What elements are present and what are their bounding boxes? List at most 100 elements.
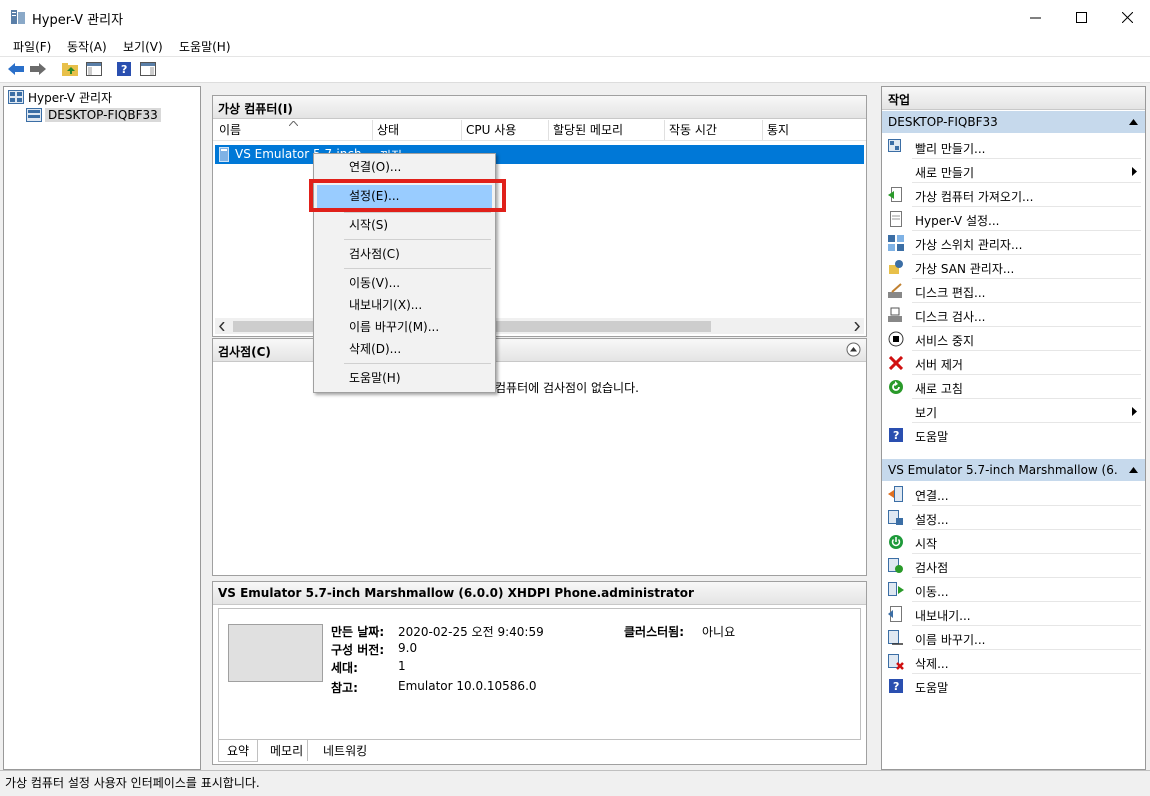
forward-button[interactable] (29, 60, 47, 78)
action-edit-disk[interactable]: 디스크 편집... (882, 279, 1145, 303)
action-vm-checkpoint[interactable]: 검사점 (882, 554, 1145, 578)
inspect-disk-icon (888, 307, 902, 322)
action-quick-create[interactable]: 빨리 만들기... (882, 135, 1145, 159)
action-vm-help[interactable]: ? 도움말 (882, 674, 1145, 698)
help-button[interactable]: ? (115, 60, 133, 78)
action-help-host[interactable]: ? 도움말 (882, 423, 1145, 447)
show-hide-tree-button[interactable] (85, 60, 103, 78)
stop-service-icon (888, 331, 904, 347)
action-vm-export[interactable]: 내보내기... (882, 602, 1145, 626)
menu-action[interactable]: 동작(A) (67, 38, 107, 55)
menu-start[interactable]: 시작(S) (349, 215, 388, 235)
hyperv-manager-icon (8, 90, 24, 104)
forward-arrow-icon (30, 63, 46, 75)
status-bar: 가상 컴퓨터 설정 사용자 인터페이스를 표시합니다. (0, 770, 1150, 796)
red-highlight-box (309, 179, 506, 212)
submenu-arrow-icon (1132, 167, 1137, 176)
col-status[interactable]: 통지 (763, 120, 863, 140)
action-vm-connect[interactable]: 연결... (882, 482, 1145, 506)
collapse-triangle-icon[interactable] (1129, 119, 1138, 125)
sort-ascending-icon (289, 121, 298, 126)
menu-move[interactable]: 이동(V)... (349, 273, 400, 293)
menu-separator (344, 239, 491, 240)
vm-list-header: 가상 컴퓨터(I) (213, 96, 866, 119)
action-remove-server[interactable]: 서버 제거 (882, 351, 1145, 375)
config-version-value: 9.0 (398, 641, 418, 655)
actions-host-section[interactable]: DESKTOP-FIQBF33 (882, 111, 1145, 133)
up-folder-button[interactable] (61, 60, 79, 78)
checkpoint-panel: 검사점(C) 컴퓨터에 검사점이 없습니다. (212, 338, 867, 576)
action-new[interactable]: 새로 만들기 (882, 159, 1145, 183)
created-value: 2020-02-25 오전 9:40:59 (398, 625, 544, 639)
tab-summary[interactable]: 요약 (218, 740, 259, 762)
action-vm-rename[interactable]: 이름 바꾸기... (882, 626, 1145, 650)
generation-value: 1 (398, 659, 406, 673)
scroll-right-icon[interactable] (854, 322, 860, 331)
export-icon (888, 606, 902, 622)
edit-disk-icon (888, 283, 902, 298)
window-title: Hyper-V 관리자 (32, 13, 124, 28)
show-hide-action-button[interactable] (139, 60, 157, 78)
back-button[interactable] (7, 60, 25, 78)
menu-checkpoint[interactable]: 검사점(C) (349, 244, 400, 264)
toolbar: ? (0, 57, 1150, 83)
move-icon (888, 582, 904, 596)
menu-connect[interactable]: 연결(O)... (349, 157, 401, 177)
action-vm-delete[interactable]: 삭제... (882, 650, 1145, 674)
vm-thumbnail (228, 624, 323, 682)
menu-rename[interactable]: 이름 바꾸기(M)... (349, 317, 439, 337)
menu-file[interactable]: 파일(F) (13, 38, 51, 55)
tab-memory[interactable]: 메모리 (266, 740, 309, 761)
vm-section-label: VS Emulator 5.7-inch Marshmallow (6.0...… (888, 463, 1118, 477)
checkpoint-header: 검사점(C) (213, 339, 866, 362)
col-cpu[interactable]: CPU 사용 (462, 120, 549, 140)
col-memory[interactable]: 할당된 메모리 (549, 120, 665, 140)
action-refresh[interactable]: 새로 고침 (882, 375, 1145, 399)
san-manager-icon (889, 260, 903, 274)
console-tree-icon (86, 62, 102, 76)
col-state[interactable]: 상태 (373, 120, 462, 140)
connect-icon (888, 486, 903, 502)
menu-help-item[interactable]: 도움말(H) (349, 368, 401, 388)
actions-vm-section[interactable]: VS Emulator 5.7-inch Marshmallow (6.0...… (882, 459, 1145, 481)
collapse-triangle-icon[interactable] (1129, 467, 1138, 473)
action-vm-settings[interactable]: 설정... (882, 506, 1145, 530)
menu-delete[interactable]: 삭제(D)... (349, 339, 401, 359)
tree-root-item[interactable]: Hyper-V 관리자 (8, 88, 112, 106)
action-stop-service[interactable]: 서비스 중지 (882, 327, 1145, 351)
col-uptime[interactable]: 작동 시간 (665, 120, 763, 140)
minimize-icon (1029, 17, 1041, 18)
power-start-icon (889, 535, 903, 549)
folder-up-icon (62, 63, 78, 76)
menu-view[interactable]: 보기(V) (123, 38, 163, 55)
tree-root-label: Hyper-V 관리자 (28, 90, 113, 105)
delete-vm-icon (888, 654, 904, 670)
maximize-button[interactable] (1058, 0, 1104, 34)
vm-settings-icon (888, 510, 903, 525)
close-button[interactable] (1104, 0, 1150, 34)
status-text: 가상 컴퓨터 설정 사용자 인터페이스를 표시합니다. (5, 776, 260, 790)
actions-header: 작업 (882, 87, 1145, 110)
details-title: VS Emulator 5.7-inch Marshmallow (6.0.0)… (218, 586, 694, 600)
details-panel: VS Emulator 5.7-inch Marshmallow (6.0.0)… (212, 581, 867, 765)
action-view[interactable]: 보기 (882, 399, 1145, 423)
menu-help[interactable]: 도움말(H) (179, 38, 231, 55)
tree-host-item[interactable]: DESKTOP-FIQBF33 (26, 106, 161, 124)
action-inspect-disk[interactable]: 디스크 검사... (882, 303, 1145, 327)
action-virtual-switch-manager[interactable]: 가상 스위치 관리자... (882, 231, 1145, 255)
collapse-up-icon[interactable] (846, 342, 861, 357)
details-header: VS Emulator 5.7-inch Marshmallow (6.0.0)… (213, 582, 866, 605)
action-import-vm[interactable]: 가상 컴퓨터 가져오기... (882, 183, 1145, 207)
action-vm-start[interactable]: 시작 (882, 530, 1145, 554)
tab-networking[interactable]: 네트워킹 (319, 740, 371, 761)
action-vm-move[interactable]: 이동... (882, 578, 1145, 602)
minimize-button[interactable] (1012, 0, 1058, 34)
action-hyperv-settings[interactable]: Hyper-V 설정... (882, 207, 1145, 231)
menu-export[interactable]: 내보내기(X)... (349, 295, 422, 315)
help-icon: ? (889, 428, 903, 442)
action-virtual-san-manager[interactable]: 가상 SAN 관리자... (882, 255, 1145, 279)
notes-label: 참고: (331, 681, 358, 695)
notes-value: Emulator 10.0.10586.0 (398, 679, 537, 693)
scroll-left-icon[interactable] (219, 322, 225, 331)
menu-separator (344, 363, 491, 364)
